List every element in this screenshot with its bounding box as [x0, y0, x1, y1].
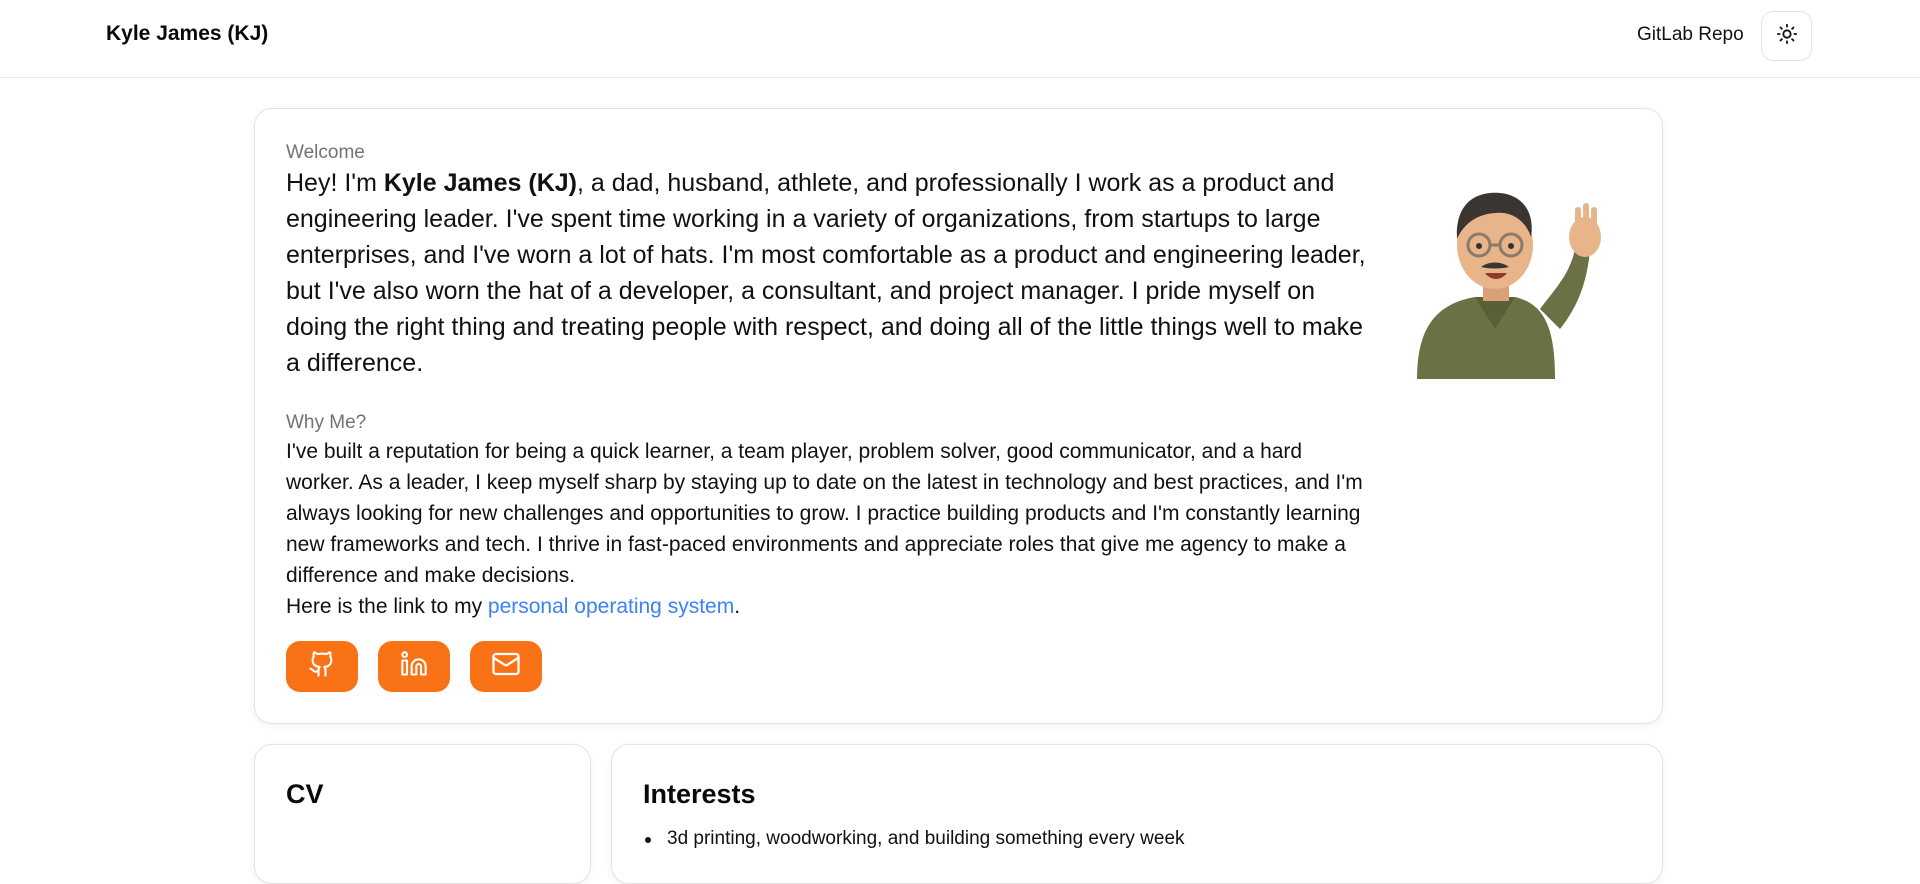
- why-me-text: I've built a reputation for being a quic…: [286, 440, 1363, 587]
- top-navbar: Kyle James (KJ) GitLab Repo: [0, 0, 1920, 78]
- cv-title: CV: [286, 779, 324, 809]
- intro-prefix: Hey! I'm: [286, 169, 384, 197]
- github-icon: [308, 650, 336, 683]
- linkedin-icon: [400, 650, 428, 683]
- avatar: [1405, 179, 1605, 379]
- cv-card: CV: [254, 744, 591, 884]
- linkedin-button[interactable]: [378, 641, 450, 692]
- email-button[interactable]: [470, 641, 542, 692]
- intro-paragraph: Hey! I'm Kyle James (KJ), a dad, husband…: [286, 165, 1366, 381]
- theme-toggle-button[interactable]: [1761, 11, 1812, 61]
- welcome-label: Welcome: [286, 142, 365, 163]
- why-me-label: Why Me?: [286, 412, 367, 433]
- list-item: 3d printing, woodworking, and building s…: [643, 825, 1185, 853]
- intro-name: Kyle James (KJ): [383, 169, 577, 197]
- site-brand[interactable]: Kyle James (KJ): [106, 22, 268, 46]
- interests-list: 3d printing, woodworking, and building s…: [643, 825, 1185, 853]
- welcome-card: Welcome Hey! I'm Kyle James (KJ), a dad,…: [254, 108, 1663, 724]
- interests-title: Interests: [643, 779, 756, 809]
- mail-icon: [491, 649, 521, 684]
- why-me-paragraph: I've built a reputation for being a quic…: [286, 436, 1366, 622]
- interests-card: Interests 3d printing, woodworking, and …: [611, 744, 1663, 884]
- github-button[interactable]: [286, 641, 358, 692]
- sun-icon: [1776, 23, 1798, 50]
- personal-os-link[interactable]: personal operating system: [488, 595, 734, 618]
- link-suffix: .: [734, 595, 741, 618]
- gitlab-repo-link[interactable]: GitLab Repo: [1637, 24, 1744, 46]
- intro-body: , a dad, husband, athlete, and professio…: [286, 169, 1366, 377]
- link-prefix: Here is the link to my: [286, 595, 488, 618]
